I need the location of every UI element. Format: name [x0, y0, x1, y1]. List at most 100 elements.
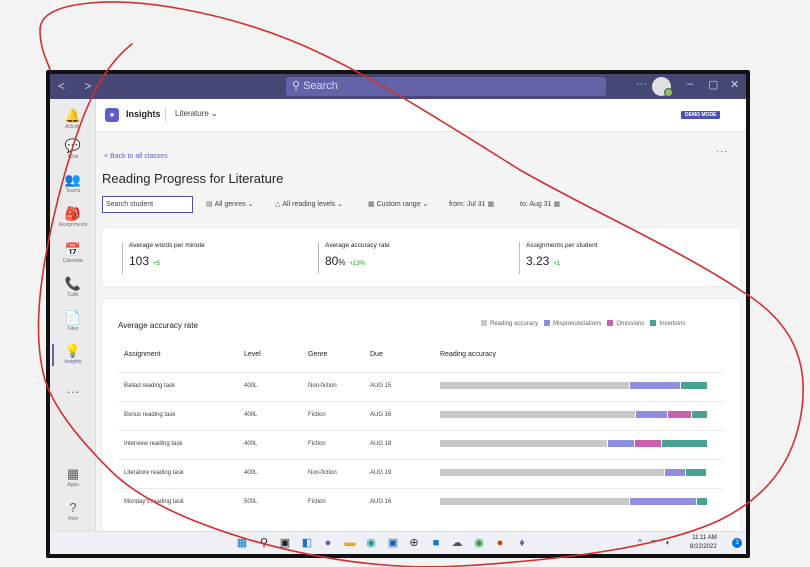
metric-value: 80 — [325, 254, 339, 268]
search-icon[interactable]: ⚲ — [258, 537, 270, 549]
task-view-icon[interactable]: ▣ — [279, 537, 291, 549]
rail-item-label: Apps — [67, 482, 79, 488]
legend-item[interactable]: Reading accuracy — [481, 320, 538, 327]
legend-item[interactable]: Omissions — [607, 320, 644, 327]
windows-start-icon[interactable]: ▦ — [236, 537, 248, 549]
metric-value-row: 103 +5 — [129, 254, 272, 268]
rail-item-label: Teams — [65, 188, 81, 194]
app-title: Insights — [126, 109, 161, 119]
accuracy-segment — [440, 411, 635, 418]
column-header-genre[interactable]: Genre — [308, 351, 327, 358]
minimize-button[interactable]: – — [687, 78, 693, 90]
office-icon[interactable]: ● — [494, 537, 506, 549]
accuracy-segment — [440, 440, 608, 447]
date-range-filter[interactable]: ▦ Custom range ⌄ — [368, 200, 428, 208]
class-dropdown[interactable]: Literature ⌄ — [175, 109, 218, 118]
metric-delta: +1 — [553, 261, 561, 267]
table-row[interactable]: Ballad reading task 400L Non-fiction AUG 15 — [118, 372, 724, 399]
filter-bar: Search student ▤ All genres ⌄ △ All readin… — [102, 196, 742, 214]
rail-item-files[interactable]: 📄 Files — [50, 311, 96, 333]
rail-item-help[interactable]: ? Help — [50, 501, 96, 523]
to-date-label: to: Aug 31 — [520, 201, 552, 208]
calendar-icon: ▦ — [553, 201, 561, 208]
calendar-icon: ▦ — [368, 201, 375, 208]
to-date-picker[interactable]: to: Aug 31 ▦ — [520, 200, 562, 208]
system-tray[interactable]: ^ ⌔ ◐ — [638, 538, 674, 548]
reading-level-filter[interactable]: △ All reading levels ⌄ — [275, 200, 343, 208]
app-icon[interactable]: ■ — [430, 537, 442, 549]
widgets-icon[interactable]: ◧ — [301, 537, 313, 549]
column-header-due[interactable]: Due — [370, 351, 383, 358]
cloud-icon[interactable]: ☁ — [451, 537, 463, 549]
metric-value: 3.23 — [526, 254, 550, 268]
notification-badge[interactable]: 3 — [732, 538, 742, 548]
clock-date: 8/22/2022 — [690, 544, 717, 550]
rail-item-label: Insights — [64, 359, 82, 365]
legend-swatch — [607, 320, 614, 326]
rail-item-calendar[interactable]: 📅 Calendar — [50, 242, 96, 265]
rail-item-chat[interactable]: 💬 Chat — [50, 139, 96, 161]
avatar[interactable] — [652, 77, 673, 97]
cell-genre: Fiction — [308, 499, 326, 505]
metric-label: Average words per minute — [129, 242, 205, 249]
accuracy-segment — [440, 498, 629, 505]
insights-icon: 💡 — [64, 343, 82, 358]
rail-item-insights[interactable]: 💡 Insights — [50, 343, 96, 366]
genre-filter-label: All genres — [214, 201, 246, 208]
accuracy-segment — [440, 469, 664, 476]
history-nav-buttons[interactable]: < > — [58, 79, 99, 93]
search-student-input[interactable]: Search student — [102, 196, 193, 213]
rail-item-calls[interactable]: 📞 Calls — [50, 277, 96, 299]
rail-item-more-apps[interactable]: ··· — [50, 385, 96, 399]
table-row[interactable]: Monday's reading task 500L Fiction AUG 16 — [118, 488, 724, 515]
global-search-box[interactable]: ⚲ Search — [286, 77, 606, 96]
chat-icon[interactable]: ● — [322, 537, 334, 549]
column-header-level[interactable]: Level — [244, 351, 261, 358]
legend-item[interactable]: Mispronunciations — [544, 320, 602, 327]
system-clock[interactable]: 11:11 AM 8/22/2022 — [690, 534, 717, 552]
calendar-icon: 📅 — [64, 242, 82, 257]
more-options-button[interactable]: ··· — [636, 78, 647, 90]
windows-taskbar: ▦ ⚲ ▣ ◧ ● ▬ ◉ ▣ ⊕ ■ ☁ ◉ ● ♦ ^ ⌔ ◐ 11:11 … — [50, 531, 746, 554]
store-icon[interactable]: ▣ — [387, 537, 399, 549]
from-date-picker[interactable]: from: Jul 31 ▦ — [449, 200, 496, 208]
cell-assignment: Literature reading task — [124, 470, 184, 476]
book-icon: ▤ — [206, 201, 213, 208]
teams-icon[interactable]: ♦ — [516, 537, 528, 549]
legend-label: Mispronunciations — [553, 321, 602, 327]
column-header-assignment[interactable]: Assignment — [124, 351, 161, 358]
cell-assignment: Interview reading task — [124, 441, 183, 447]
edge-icon[interactable]: ◉ — [365, 537, 377, 549]
from-date-label: from: Jul 31 — [449, 201, 486, 208]
page-title: Reading Progress for Literature — [102, 171, 284, 186]
clock-time: 11:11 AM — [692, 535, 717, 541]
reading-accuracy-bar — [440, 498, 708, 505]
rail-item-assignments[interactable]: 🎒 Assignments — [50, 207, 96, 229]
back-to-classes-link[interactable]: < Back to all classes — [104, 153, 168, 160]
class-dropdown-label: Literature — [175, 109, 209, 118]
table-row[interactable]: Bonus reading task 400L Fiction AUG 16 — [118, 401, 724, 428]
table-row[interactable]: Literature reading task 400L Non-fiction AU… — [118, 459, 724, 486]
page-more-options-button[interactable]: ··· — [716, 146, 728, 156]
cell-genre: Non-fiction — [308, 383, 337, 389]
genre-filter[interactable]: ▤ All genres ⌄ — [206, 200, 254, 208]
date-range-filter-label: Custom range — [376, 201, 421, 208]
rail-item-activity[interactable]: 🔔 Activity — [50, 109, 96, 131]
table-row[interactable]: Interview reading task 400L Fiction AUG 18 — [118, 430, 724, 457]
dell-icon[interactable]: ⊕ — [408, 537, 420, 549]
chrome-icon[interactable]: ◉ — [473, 537, 485, 549]
maximize-button[interactable]: ▢ — [708, 78, 718, 91]
cell-level: 400L — [244, 470, 258, 476]
mispronunciation-segment — [630, 498, 696, 505]
metrics-card: Average words per minute 103 +5 Average a… — [102, 228, 740, 286]
insertion-segment — [692, 411, 707, 418]
close-button[interactable]: ✕ — [730, 78, 739, 91]
cell-assignment: Ballad reading task — [124, 383, 176, 389]
file-explorer-icon[interactable]: ▬ — [344, 537, 356, 549]
main-content: ● Insights Literature ⌄ DEMO MODE < Back… — [96, 99, 746, 531]
omission-segment — [668, 411, 691, 418]
column-header-reading-accuracy[interactable]: Reading accuracy — [440, 351, 496, 358]
rail-item-apps[interactable]: ▦ Apps — [50, 467, 96, 489]
rail-item-teams[interactable]: 👥 Teams — [50, 173, 96, 195]
legend-item[interactable]: Insertions — [650, 320, 685, 327]
